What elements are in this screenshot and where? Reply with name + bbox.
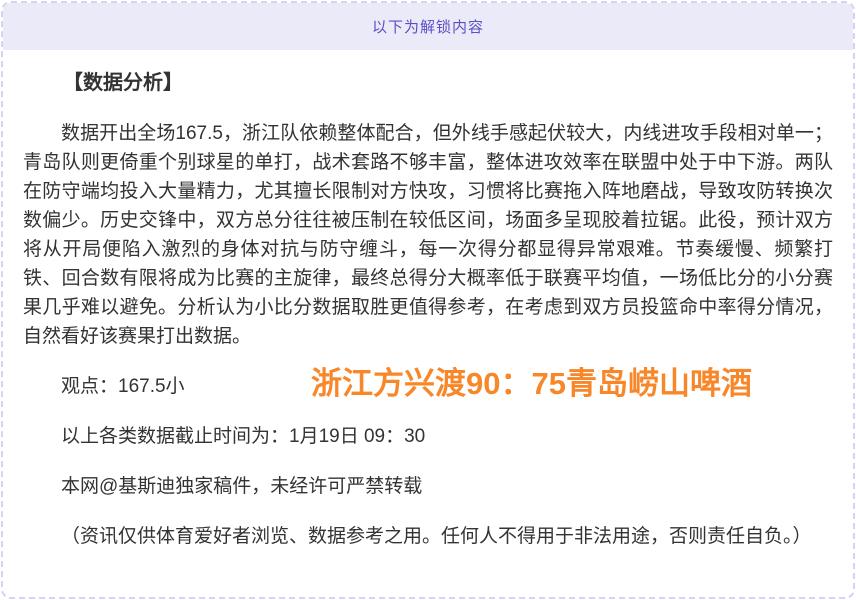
copyright-line: 本网@基斯迪独家稿件，未经许可严禁转载 (23, 472, 833, 501)
data-cutoff-line: 以上各类数据截止时间为：1月19日 09：30 (23, 422, 833, 451)
section-title: 【数据分析】 (23, 70, 833, 96)
analysis-paragraph: 数据开出全场167.5，浙江队依赖整体配合，但外线手感起伏较大，内线进攻手段相对… (23, 119, 833, 351)
disclaimer-line: （资讯仅供体育爱好者浏览、数据参考之用。任何人不得用于非法用途，否则责任自负。） (23, 522, 833, 551)
article-content: 【数据分析】 数据开出全场167.5，浙江队依赖整体配合，但外线手感起伏较大，内… (3, 70, 853, 571)
unlock-banner: 以下为解锁内容 (3, 3, 853, 50)
unlock-banner-label: 以下为解锁内容 (372, 16, 484, 37)
score-highlight: 浙江方兴渡90：75青岛崂山啤酒 (311, 358, 752, 403)
unlocked-content-card: 以下为解锁内容 【数据分析】 数据开出全场167.5，浙江队依赖整体配合，但外线… (1, 1, 855, 599)
